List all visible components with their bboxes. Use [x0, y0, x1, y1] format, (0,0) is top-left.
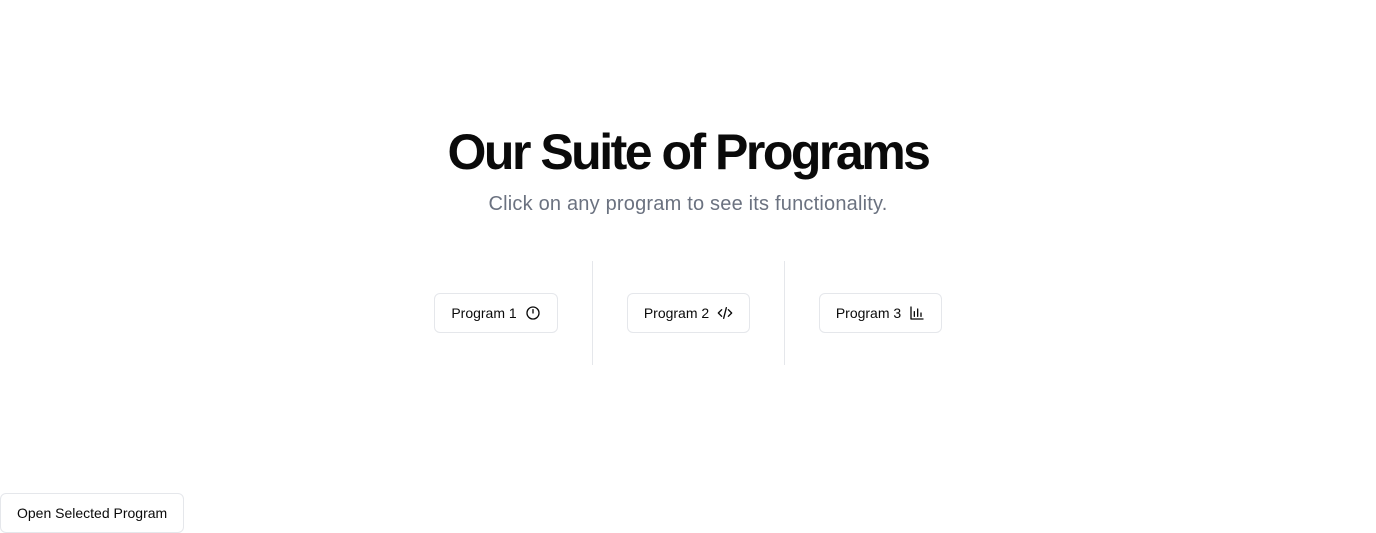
- page-subtitle: Click on any program to see its function…: [488, 193, 888, 215]
- program-1-label: Program 1: [451, 305, 517, 321]
- bar-chart-icon: [909, 305, 925, 321]
- page: Our Suite of Programs Click on any progr…: [0, 0, 1376, 533]
- program-list: Program 1 Program 2 Program 3: [400, 261, 976, 365]
- open-selected-program-button[interactable]: Open Selected Program: [0, 493, 185, 533]
- program-cell-1: Program 1: [400, 261, 592, 365]
- program-3-button[interactable]: Program 3: [818, 293, 943, 333]
- program-1-button[interactable]: Program 1: [434, 293, 558, 333]
- code-icon: [717, 305, 733, 321]
- page-title: Our Suite of Programs: [447, 124, 931, 180]
- program-2-button[interactable]: Program 2: [626, 293, 751, 333]
- timer-icon: [525, 305, 541, 321]
- program-3-label: Program 3: [835, 305, 902, 321]
- program-2-label: Program 2: [643, 305, 710, 321]
- program-cell-3: Program 3: [784, 261, 976, 365]
- program-cell-2: Program 2: [592, 261, 784, 365]
